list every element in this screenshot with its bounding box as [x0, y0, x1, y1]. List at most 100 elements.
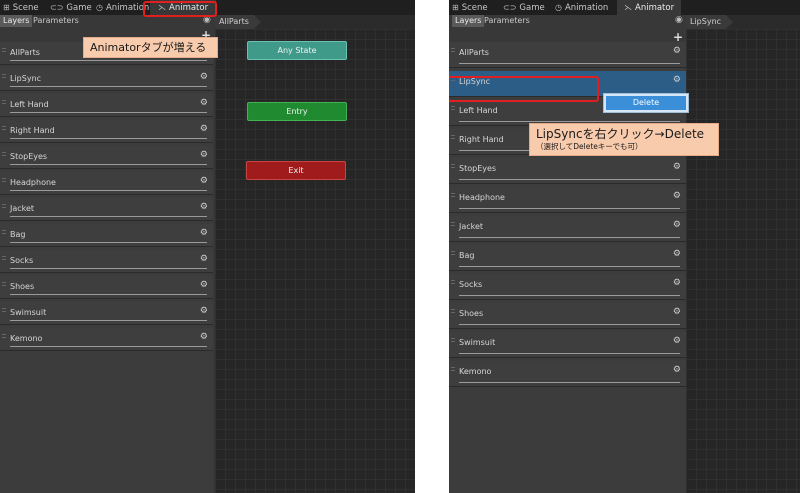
- gear-icon[interactable]: ⚙: [200, 254, 208, 264]
- drag-handle-icon[interactable]: [451, 135, 455, 139]
- gear-icon[interactable]: ⚙: [673, 46, 681, 56]
- weight-slider[interactable]: [459, 208, 680, 209]
- layer-row[interactable]: LipSync ⚙: [0, 68, 213, 91]
- gear-icon[interactable]: ⚙: [200, 150, 208, 160]
- gear-icon[interactable]: ⚙: [200, 176, 208, 186]
- drag-handle-icon[interactable]: [451, 222, 455, 226]
- gear-icon[interactable]: ⚙: [200, 280, 208, 290]
- weight-slider[interactable]: [10, 86, 207, 87]
- gear-icon[interactable]: ⚙: [200, 124, 208, 134]
- weight-slider[interactable]: [459, 324, 680, 325]
- drag-handle-icon[interactable]: [451, 193, 455, 197]
- layer-row[interactable]: Left Hand ⚙: [0, 94, 213, 117]
- drag-handle-icon[interactable]: [2, 230, 6, 234]
- drag-handle-icon[interactable]: [2, 178, 6, 182]
- tab-game[interactable]: ⊂⊃ Game: [50, 0, 92, 15]
- gear-icon[interactable]: ⚙: [673, 307, 681, 317]
- weight-slider[interactable]: [10, 294, 207, 295]
- drag-handle-icon[interactable]: [2, 282, 6, 286]
- layer-row[interactable]: Shoes ⚙: [449, 303, 686, 329]
- drag-handle-icon[interactable]: [451, 309, 455, 313]
- layer-row[interactable]: Jacket ⚙: [0, 198, 213, 221]
- weight-slider[interactable]: [459, 121, 680, 122]
- layer-row[interactable]: Bag ⚙: [0, 224, 213, 247]
- drag-handle-icon[interactable]: [2, 74, 6, 78]
- weight-slider[interactable]: [459, 353, 680, 354]
- tab-animation[interactable]: ◷ Animation: [555, 0, 608, 15]
- tab-animator[interactable]: ⋋ Animator: [617, 0, 682, 15]
- gear-icon[interactable]: ⚙: [673, 220, 681, 230]
- drag-handle-icon[interactable]: [2, 48, 6, 52]
- weight-slider[interactable]: [10, 268, 207, 269]
- layer-row[interactable]: Jacket ⚙: [449, 216, 686, 242]
- delete-menu-item[interactable]: Delete: [606, 96, 686, 110]
- gear-icon[interactable]: ⚙: [200, 98, 208, 108]
- drag-handle-icon[interactable]: [451, 251, 455, 255]
- layer-row[interactable]: StopEyes ⚙: [449, 158, 686, 184]
- weight-slider[interactable]: [459, 266, 680, 267]
- layer-row[interactable]: Headphone ⚙: [449, 187, 686, 213]
- gear-icon[interactable]: ⚙: [200, 332, 208, 342]
- weight-slider[interactable]: [10, 320, 207, 321]
- drag-handle-icon[interactable]: [451, 338, 455, 342]
- gear-icon[interactable]: ⚙: [673, 75, 681, 85]
- tab-layers[interactable]: Layers: [0, 15, 33, 27]
- drag-handle-icon[interactable]: [2, 308, 6, 312]
- animator-graph-canvas[interactable]: [686, 29, 800, 493]
- drag-handle-icon[interactable]: [451, 367, 455, 371]
- drag-handle-icon[interactable]: [2, 100, 6, 104]
- layer-row[interactable]: Right Hand ⚙: [0, 120, 213, 143]
- drag-handle-icon[interactable]: [2, 256, 6, 260]
- tab-parameters[interactable]: Parameters: [30, 15, 82, 27]
- layer-row[interactable]: Kemono ⚙: [449, 361, 686, 387]
- drag-handle-icon[interactable]: [2, 152, 6, 156]
- breadcrumb-lipsync[interactable]: LipSync: [686, 15, 734, 29]
- drag-handle-icon[interactable]: [451, 280, 455, 284]
- weight-slider[interactable]: [10, 164, 207, 165]
- weight-slider[interactable]: [459, 237, 680, 238]
- weight-slider[interactable]: [459, 63, 680, 64]
- layer-row[interactable]: Kemono ⚙: [0, 328, 213, 351]
- layer-row[interactable]: Socks ⚙: [0, 250, 213, 273]
- tab-scene[interactable]: ⊞ Scene: [3, 0, 39, 15]
- gear-icon[interactable]: ⚙: [673, 249, 681, 259]
- gear-icon[interactable]: ⚙: [200, 228, 208, 238]
- gear-icon[interactable]: ⚙: [673, 191, 681, 201]
- add-layer-button[interactable]: +: [673, 31, 683, 43]
- layer-row[interactable]: Bag ⚙: [449, 245, 686, 271]
- layer-row[interactable]: Swimsuit ⚙: [0, 302, 213, 325]
- exit-node[interactable]: Exit: [246, 161, 346, 180]
- tab-animation[interactable]: ◷ Animation: [96, 0, 149, 15]
- animator-graph-canvas[interactable]: [215, 29, 415, 493]
- drag-handle-icon[interactable]: [2, 204, 6, 208]
- drag-handle-icon[interactable]: [2, 126, 6, 130]
- layer-row[interactable]: AllParts ⚙: [449, 42, 686, 68]
- gear-icon[interactable]: ⚙: [673, 365, 681, 375]
- drag-handle-icon[interactable]: [451, 106, 455, 110]
- layer-row[interactable]: Swimsuit ⚙: [449, 332, 686, 358]
- drag-handle-icon[interactable]: [451, 48, 455, 52]
- weight-slider[interactable]: [10, 112, 207, 113]
- tab-parameters[interactable]: Parameters: [481, 15, 533, 27]
- tab-game[interactable]: ⊂⊃ Game: [503, 0, 545, 15]
- gear-icon[interactable]: ⚙: [200, 202, 208, 212]
- gear-icon[interactable]: ⚙: [200, 306, 208, 316]
- tab-layers[interactable]: Layers: [452, 15, 485, 27]
- weight-slider[interactable]: [459, 179, 680, 180]
- drag-handle-icon[interactable]: [2, 334, 6, 338]
- gear-icon[interactable]: ⚙: [673, 278, 681, 288]
- drag-handle-icon[interactable]: [451, 164, 455, 168]
- weight-slider[interactable]: [459, 382, 680, 383]
- layer-row[interactable]: StopEyes ⚙: [0, 146, 213, 169]
- tab-scene[interactable]: ⊞ Scene: [452, 0, 488, 15]
- breadcrumb-allparts[interactable]: AllParts: [215, 15, 261, 29]
- weight-slider[interactable]: [10, 242, 207, 243]
- weight-slider[interactable]: [459, 295, 680, 296]
- gear-icon[interactable]: ⚙: [673, 336, 681, 346]
- layer-row[interactable]: Headphone ⚙: [0, 172, 213, 195]
- weight-slider[interactable]: [10, 190, 207, 191]
- eye-icon[interactable]: ◉: [675, 15, 683, 25]
- any-state-node[interactable]: Any State: [247, 41, 347, 60]
- weight-slider[interactable]: [10, 346, 207, 347]
- weight-slider[interactable]: [10, 216, 207, 217]
